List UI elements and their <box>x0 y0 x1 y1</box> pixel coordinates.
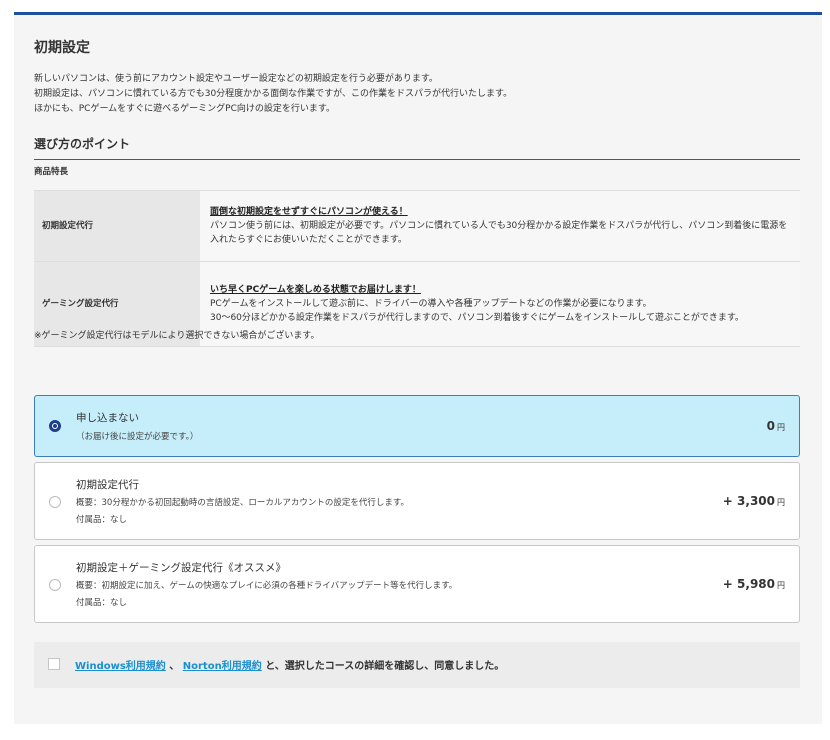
option-price: + 5,980 円 <box>723 577 785 591</box>
section-title: 初期設定 <box>34 40 90 56</box>
option-price: + 3,300 円 <box>723 494 785 508</box>
agreement-checkbox[interactable] <box>48 658 60 670</box>
features-label: 商品特長 <box>34 167 69 177</box>
option-desc: （お届け後に設定が必要です。） <box>76 432 199 442</box>
points-heading: 選び方のポイント <box>34 135 800 160</box>
feature-body: パソコン使う前には、初期設定が必要です。パソコンに慣れている人でも30分程かかる… <box>210 221 788 245</box>
intro-line-3: ほかにも、PCゲームをすぐに遊べるゲーミングPC向けの設定を行います。 <box>34 104 335 114</box>
price-value: 0 <box>766 419 775 433</box>
option-accessory: 付属品：なし <box>76 515 128 525</box>
agreement-separator: 、 <box>169 661 180 672</box>
radio-selected-icon[interactable] <box>49 420 61 432</box>
option-price: 0円 <box>767 419 785 433</box>
features-table: 初期設定代行 面倒な初期設定をせずすぐにパソコンが使える！ パソコン使う前には、… <box>34 190 800 347</box>
feature-row-initial-setup: 初期設定代行 面倒な初期設定をせずすぐにパソコンが使える！ パソコン使う前には、… <box>34 190 800 262</box>
intro-text: 新しいパソコンは、使う前にアカウント設定やユーザー設定などの初期設定を行う必要が… <box>34 72 794 117</box>
option-title: 初期設定代行 <box>76 479 139 491</box>
option-no-application[interactable]: 申し込まない （お届け後に設定が必要です。） 0円 <box>34 395 800 457</box>
feature-headline: いち早くPCゲームを楽しめる状態でお届けします！ <box>210 285 421 295</box>
option-initial-plus-gaming-setup[interactable]: 初期設定＋ゲーミング設定代行《オススメ》 概要：初期設定に加え、ゲームの快適なプ… <box>34 545 800 623</box>
norton-terms-link[interactable]: Norton利用規約 <box>183 661 262 672</box>
initial-setup-panel: 初期設定 新しいパソコンは、使う前にアカウント設定やユーザー設定などの初期設定を… <box>14 12 822 724</box>
agreement-suffix: と、選択したコースの詳細を確認し、同意しました。 <box>265 661 505 672</box>
option-accessory: 付属品：なし <box>76 598 128 608</box>
radio-unselected-icon[interactable] <box>49 496 61 508</box>
windows-terms-link[interactable]: Windows利用規約 <box>75 661 166 672</box>
feature-label: 初期設定代行 <box>34 190 200 262</box>
price-value: + 3,300 <box>722 494 775 508</box>
feature-headline: 面倒な初期設定をせずすぐにパソコンが使える！ <box>210 207 408 217</box>
option-desc: 概要：初期設定に加え、ゲームの快適なプレイに必須の各種ドライバアップデート等を代… <box>76 581 458 591</box>
agreement-text: Windows利用規約 、 Norton利用規約 と、選択したコースの詳細を確認… <box>75 657 504 672</box>
feature-content: 面倒な初期設定をせずすぐにパソコンが使える！ パソコン使う前には、初期設定が必要… <box>200 190 800 262</box>
agreement-box: Windows利用規約 、 Norton利用規約 と、選択したコースの詳細を確認… <box>34 642 800 688</box>
price-unit: 円 <box>777 498 785 507</box>
feature-body-2: 30～60分ほどかかる設定作業をドスパラが代行しますので、パソコン到着後すぐにゲ… <box>210 313 744 323</box>
price-unit: 円 <box>777 581 785 590</box>
feature-body-1: PCゲームをインストールして遊ぶ前に、ドライバーの導入や各種アップデートなどの作… <box>210 299 652 309</box>
price-value: + 5,980 <box>722 577 775 591</box>
option-title: 初期設定＋ゲーミング設定代行《オススメ》 <box>76 562 286 574</box>
gaming-setup-note: ※ゲーミング設定代行はモデルにより選択できない場合がございます。 <box>34 331 320 341</box>
option-desc: 概要：30分程かかる初回起動時の言語設定、ローカルアカウントの設定を代行します。 <box>76 498 409 508</box>
intro-line-2: 初期設定は、パソコンに慣れている方でも30分程度かかる面倒な作業ですが、この作業… <box>34 89 513 99</box>
radio-unselected-icon[interactable] <box>49 579 61 591</box>
option-initial-setup[interactable]: 初期設定代行 概要：30分程かかる初回起動時の言語設定、ローカルアカウントの設定… <box>34 462 800 540</box>
intro-line-1: 新しいパソコンは、使う前にアカウント設定やユーザー設定などの初期設定を行う必要が… <box>34 74 438 84</box>
option-title: 申し込まない <box>76 412 139 424</box>
price-unit: 円 <box>777 423 785 432</box>
